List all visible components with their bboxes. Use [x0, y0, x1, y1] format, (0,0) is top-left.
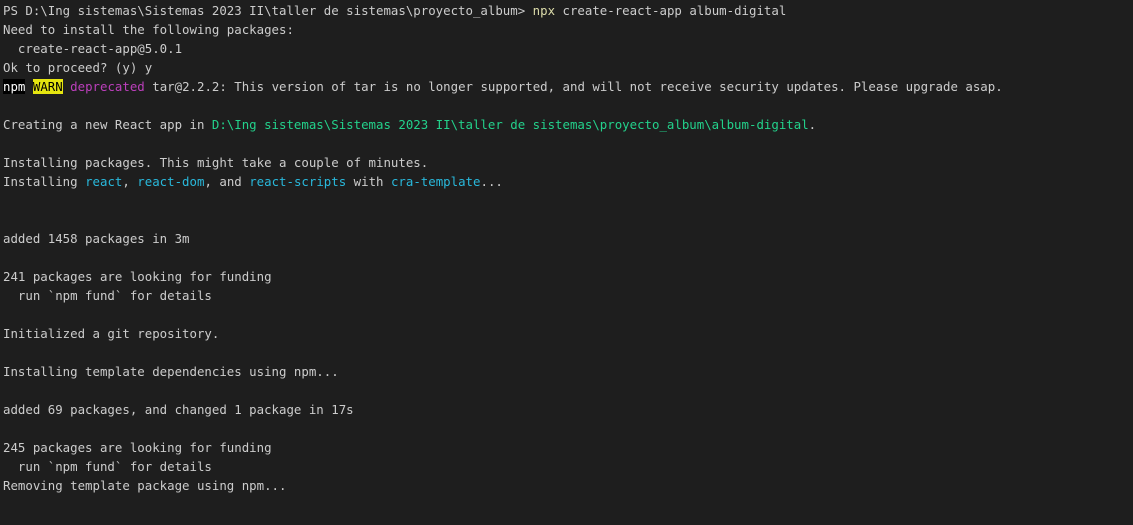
installing-suffix: ... [480, 174, 503, 189]
removing-template-line: Removing template package using npm... [3, 478, 287, 493]
creating-line: Creating a new React app in D:\Ing siste… [3, 115, 1133, 134]
package-line: create-react-app@5.0.1 [3, 41, 183, 56]
creating-prefix: Creating a new React app in [3, 117, 212, 132]
package-cra-template: cra-template [390, 174, 481, 189]
app-path: D:\Ing sistemas\Sistemas 2023 II\taller … [211, 117, 809, 132]
installing-sep: , [122, 174, 138, 189]
deprecated-label: deprecated [70, 79, 145, 94]
package-react-scripts: react-scripts [249, 174, 347, 189]
installing-sep: , and [204, 174, 250, 189]
prompt-line: PS D:\Ing sistemas\Sistemas 2023 II\tall… [3, 1, 1133, 20]
warn-line: npm WARN deprecated tar@2.2.2: This vers… [3, 77, 1133, 96]
installing-line: Installing react, react-dom, and react-s… [3, 172, 1133, 191]
command-name: npx [532, 3, 556, 18]
warn-message: tar@2.2.2: This version of tar is no lon… [144, 79, 1003, 94]
installing-prefix: Installing [3, 174, 86, 189]
terminal-output[interactable]: PS D:\Ing sistemas\Sistemas 2023 II\tall… [0, 0, 1133, 525]
package-react-dom: react-dom [137, 174, 205, 189]
fund-details-line: run `npm fund` for details [3, 459, 212, 474]
prompt-path: PS D:\Ing sistemas\Sistemas 2023 II\tall… [3, 3, 533, 18]
warn-badge: WARN [32, 79, 63, 94]
installing-packages-line: Installing packages. This might take a c… [3, 155, 429, 170]
added-packages-line: added 1458 packages in 3m [3, 231, 190, 246]
package-react: react [85, 174, 123, 189]
npm-label: npm [3, 79, 26, 94]
proceed-line: Ok to proceed? (y) y [3, 60, 153, 75]
creating-suffix: . [808, 117, 817, 132]
added-changed-line: added 69 packages, and changed 1 package… [3, 402, 354, 417]
installing-sep: with [346, 174, 391, 189]
template-deps-line: Installing template dependencies using n… [3, 364, 339, 379]
fund-details-line: run `npm fund` for details [3, 288, 212, 303]
git-init-line: Initialized a git repository. [3, 326, 220, 341]
command-args: create-react-app album-digital [555, 3, 787, 18]
funding-line: 245 packages are looking for funding [3, 440, 272, 455]
need-install-line: Need to install the following packages: [3, 22, 294, 37]
funding-line: 241 packages are looking for funding [3, 269, 272, 284]
